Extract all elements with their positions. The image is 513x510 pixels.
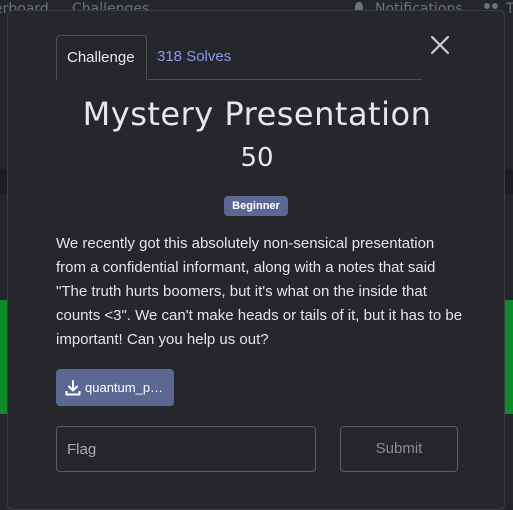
tab-solves[interactable]: 318 Solves [147, 35, 241, 79]
challenge-tabs: Challenge 318 Solves [56, 35, 422, 80]
challenge-modal: Challenge 318 Solves Mystery Presentatio… [7, 10, 505, 510]
flag-input[interactable] [56, 426, 316, 472]
file-name-label: quantum_p… [85, 380, 164, 395]
close-icon [430, 35, 450, 55]
close-button[interactable] [428, 33, 452, 57]
file-download-button[interactable]: quantum_p… [56, 369, 174, 406]
challenge-title: Mystery Presentation [82, 95, 432, 133]
download-icon [65, 379, 81, 395]
submit-button[interactable]: Submit [340, 426, 458, 472]
nav-link-team[interactable]: T [506, 1, 513, 17]
challenge-points: 50 [240, 143, 274, 173]
tab-challenge[interactable]: Challenge [56, 35, 147, 80]
category-badge: Beginner [224, 196, 288, 216]
challenge-description: We recently got this absolutely non-sens… [56, 235, 463, 348]
